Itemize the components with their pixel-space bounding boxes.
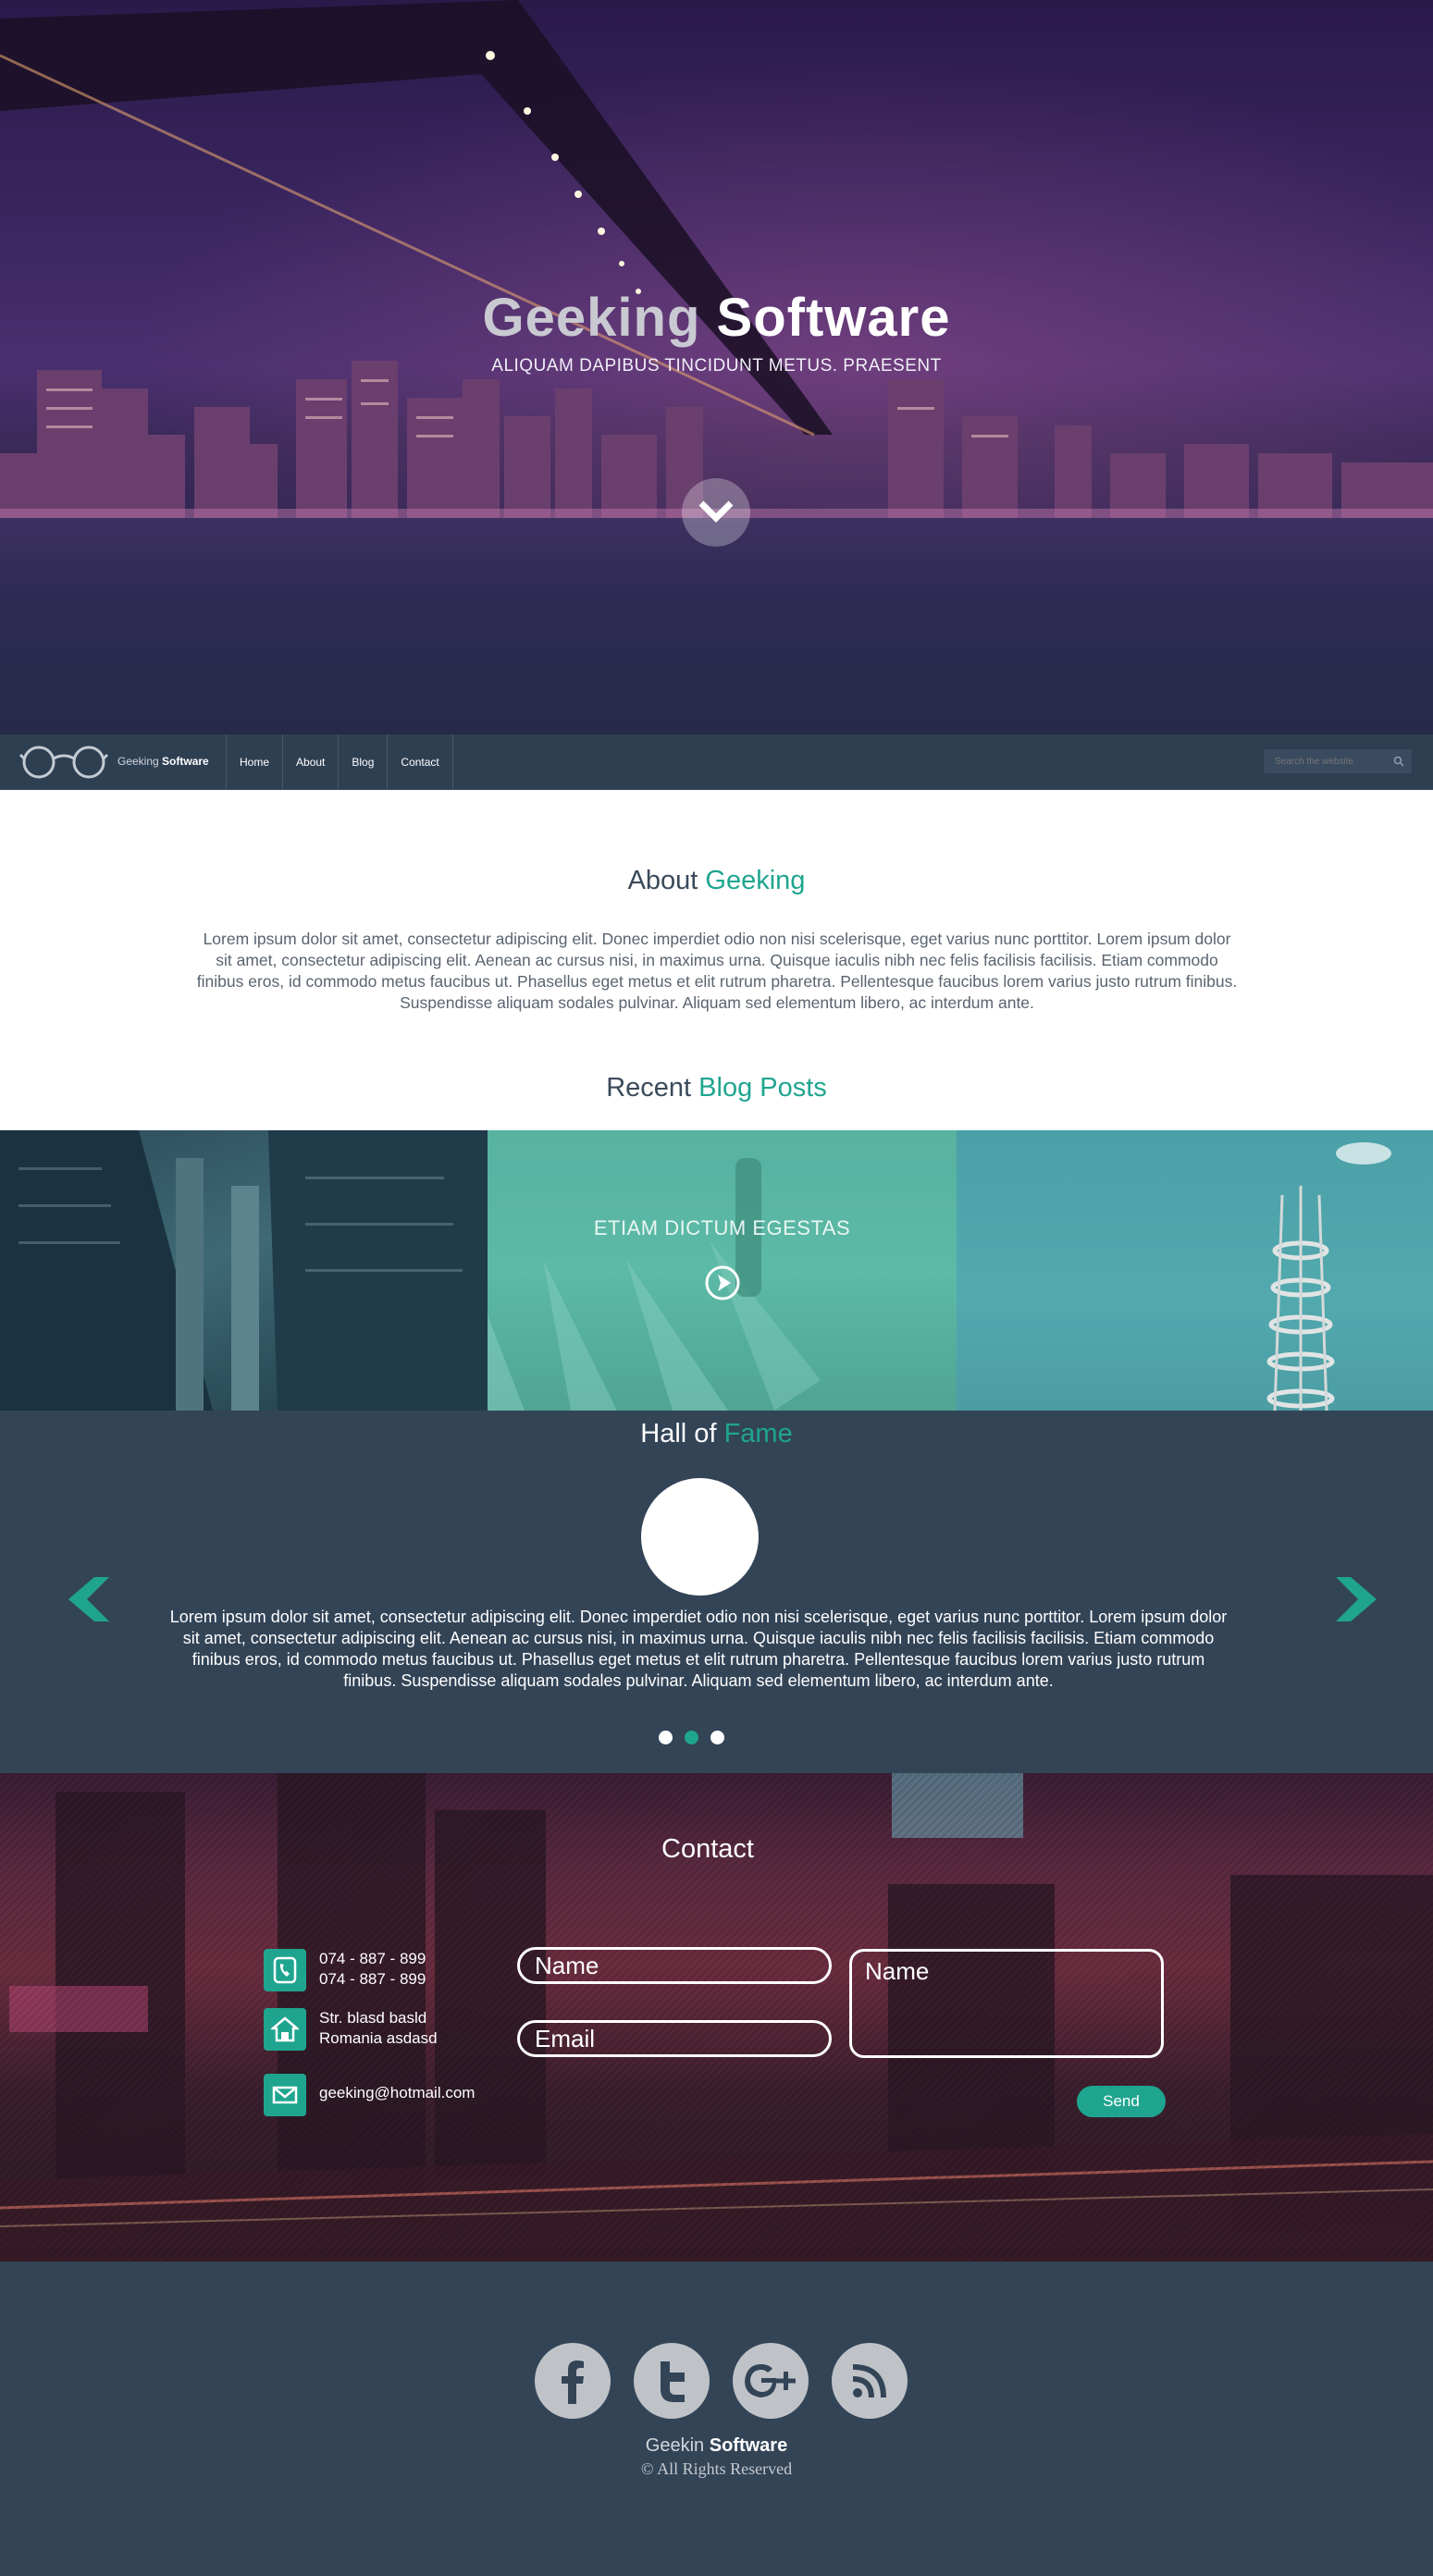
search-icon[interactable] [1393, 756, 1404, 767]
tower-sculpture-image [1266, 1142, 1391, 1411]
main-navbar: Geeking Software Home About Blog Contact [0, 734, 1433, 790]
contact-heading: Contact [661, 1834, 754, 1864]
blog-heading: Recent Blog Posts [0, 1073, 1433, 1103]
home-icon [264, 2008, 306, 2051]
message-field[interactable] [849, 1949, 1164, 2058]
play-arrow-icon[interactable] [704, 1264, 741, 1301]
twitter-icon[interactable] [634, 2343, 710, 2419]
nav-item-blog[interactable]: Blog [338, 734, 387, 790]
hall-of-fame-section: Hall of Fame Lorem ipsum dolor sit amet,… [0, 1411, 1433, 1773]
email-text[interactable]: geeking@hotmail.com [319, 2083, 475, 2103]
rss-icon[interactable] [832, 2343, 908, 2419]
chevron-left-icon[interactable] [68, 1577, 109, 1621]
blog-post-tile[interactable] [957, 1130, 1433, 1411]
contact-section: Contact 074 - 887 - 899 074 - 887 - 899 … [0, 1773, 1433, 2262]
hero-section: Geeking Software ALIQUAM DAPIBUS TINCIDU… [0, 0, 1433, 734]
about-heading-part2: Geeking [705, 866, 806, 895]
carousel-dot-2[interactable] [685, 1731, 698, 1744]
carousel-dot-3[interactable] [710, 1731, 724, 1744]
about-body: Lorem ipsum dolor sit amet, consectetur … [196, 930, 1238, 1012]
city-street-image [0, 1130, 488, 1411]
send-button[interactable]: Send [1077, 2086, 1166, 2117]
scroll-down-button[interactable] [682, 478, 750, 547]
carousel-dot-1[interactable] [659, 1731, 673, 1744]
nav-item-about[interactable]: About [282, 734, 338, 790]
email-field[interactable] [517, 2020, 832, 2057]
blog-post-tile[interactable] [0, 1130, 488, 1411]
fame-heading: Hall of Fame [0, 1419, 1433, 1449]
blog-heading-part1: Recent [606, 1073, 692, 1103]
mail-icon [264, 2074, 306, 2116]
nav-item-contact[interactable]: Contact [387, 734, 453, 790]
carousel-dots [659, 1731, 724, 1744]
glasses-logo-icon[interactable] [19, 746, 109, 779]
phone-line-2: 074 - 887 - 899 [319, 1970, 426, 1988]
address-line-2: Romania asdasd [319, 2029, 438, 2047]
chevron-down-icon [698, 500, 734, 523]
fame-heading-part2: Fame [723, 1419, 793, 1448]
name-field[interactable] [517, 1947, 832, 1984]
phone-line-1: 074 - 887 - 899 [319, 1950, 426, 1967]
nav-logo-text[interactable]: Geeking Software [117, 755, 209, 768]
hero-title: Geeking Software [0, 287, 1433, 349]
blog-featured-caption: ETIAM DICTUM EGESTAS [593, 1216, 851, 1239]
search-input[interactable] [1264, 749, 1384, 773]
address-text: Str. blasd basld Romania asdasd [319, 2008, 438, 2049]
footer-brand: Geekin Software [0, 2435, 1433, 2457]
phone-icon [264, 1949, 306, 1991]
footer-brand-part1: Geekin [645, 2435, 705, 2456]
address-line-1: Str. blasd basld [319, 2009, 427, 2027]
site-footer: Geekin Software © All Rights Reserved [0, 2262, 1433, 2576]
nav-logo-part1: Geeking [117, 755, 159, 768]
search-box [1264, 749, 1412, 773]
copyright-text: © All Rights Reserved [640, 2459, 793, 2478]
chevron-right-icon[interactable] [1336, 1577, 1377, 1621]
bridge-image [0, 0, 833, 437]
about-heading-part1: About [627, 866, 698, 895]
blog-heading-part2: Blog Posts [698, 1073, 827, 1103]
nav-menu: Home About Blog Contact [226, 734, 453, 790]
facebook-icon[interactable] [535, 2343, 611, 2419]
testimonial-text: Lorem ipsum dolor sit amet, consectetur … [169, 1608, 1228, 1690]
fame-heading-part1: Hall of [640, 1419, 717, 1448]
blog-posts-grid: ETIAM DICTUM EGESTAS [0, 1130, 1433, 1411]
hero-title-part1: Geeking [482, 288, 701, 348]
blog-post-tile-featured[interactable]: ETIAM DICTUM EGESTAS [488, 1130, 957, 1411]
google-plus-icon[interactable] [733, 2343, 809, 2419]
hero-title-part2: Software [716, 288, 951, 348]
footer-brand-part2: Software [709, 2435, 788, 2456]
nav-logo-part2: Software [162, 755, 209, 768]
testimonial-avatar [641, 1478, 759, 1596]
hero-subtitle: ALIQUAM DAPIBUS TINCIDUNT METUS. PRAESEN… [491, 356, 942, 376]
social-links [535, 2343, 908, 2419]
phone-text: 074 - 887 - 899 074 - 887 - 899 [319, 1949, 426, 1990]
nav-item-home[interactable]: Home [226, 734, 282, 790]
about-heading: About Geeking [0, 866, 1433, 896]
